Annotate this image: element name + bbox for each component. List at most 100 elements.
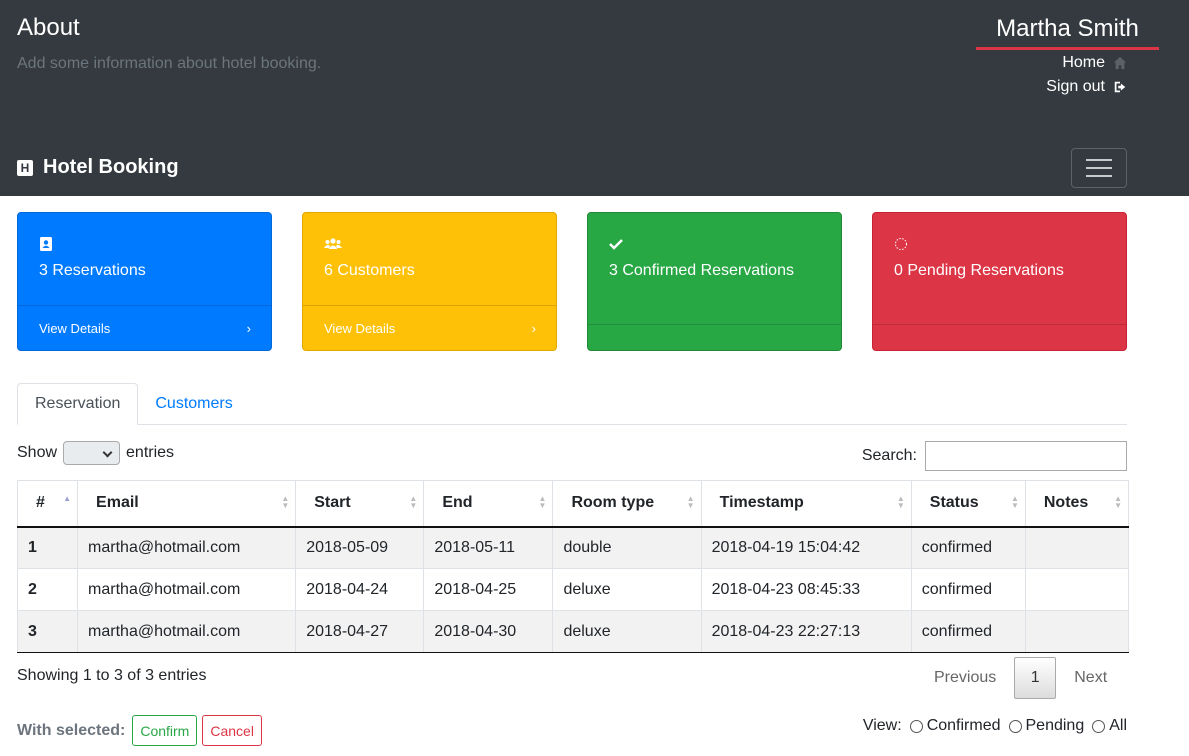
cell-email: martha@hotmail.com: [77, 610, 297, 653]
previous-page-button[interactable]: Previous: [916, 657, 1014, 699]
view-details-label: View Details: [324, 320, 396, 336]
column-header[interactable]: Room type ▲ ▼: [552, 480, 702, 528]
home-link[interactable]: Home: [1062, 54, 1127, 72]
radio-all[interactable]: [1092, 719, 1106, 733]
cell-start: 2018-05-09: [295, 526, 425, 569]
reservations-table: # ▲ Email ▲ ▼ Start ▲ ▼ End ▲ ▼ Room type ▲ ▼ Tim…: [16, 480, 1130, 653]
home-icon: [1113, 56, 1127, 70]
sort-icon: ▲ ▼: [1114, 494, 1122, 510]
cell-status: confirmed: [910, 526, 1026, 569]
page-1-button[interactable]: 1: [1014, 657, 1057, 699]
column-header[interactable]: Status ▲ ▼: [910, 480, 1026, 528]
card-label: 6 Customers: [324, 262, 415, 279]
view-details-link[interactable]: View Details ›: [303, 305, 556, 350]
brand[interactable]: H Hotel Booking: [17, 156, 179, 179]
column-label: #: [36, 494, 45, 512]
table-row[interactable]: 2 martha@hotmail.com 2018-04-24 2018-04-…: [16, 568, 1130, 611]
search-input[interactable]: [925, 441, 1127, 471]
table-info: Showing 1 to 3 of 3 entries: [17, 667, 207, 684]
column-label: Status: [929, 494, 979, 512]
hamburger-line: [1086, 159, 1112, 161]
spinner-icon: [895, 238, 907, 250]
column-label: Notes: [1043, 494, 1089, 512]
cell-status: confirmed: [910, 568, 1026, 611]
confirm-button[interactable]: Confirm: [132, 715, 198, 746]
reservations-card: 3 Reservations View Details ›: [17, 212, 272, 351]
sign-out-icon: [1114, 81, 1126, 93]
hamburger-line: [1086, 175, 1112, 177]
cell-start: 2018-04-24: [295, 568, 425, 611]
card-footer: [873, 324, 1126, 350]
column-label: Timestamp: [719, 494, 804, 512]
sort-asc-icon: ▲: [63, 494, 72, 503]
column-header[interactable]: Start ▲ ▼: [295, 480, 425, 528]
about-title: About: [17, 14, 80, 41]
tab-reservation[interactable]: Reservation: [17, 383, 139, 425]
sort-icon: ▲ ▼: [896, 494, 905, 510]
card-label: 3 Confirmed Reservations: [609, 262, 794, 279]
cell-start: 2018-04-27: [295, 610, 425, 653]
cell-room-type: double: [552, 526, 702, 569]
column-label: End: [442, 494, 473, 512]
table-row[interactable]: 1 martha@hotmail.com 2018-05-09 2018-05-…: [16, 526, 1130, 569]
cell-room-type: deluxe: [552, 568, 702, 611]
sort-icon: ▲ ▼: [1010, 494, 1019, 510]
with-selected-label: With selected:: [17, 721, 126, 739]
address-book-icon: [40, 237, 52, 251]
radio-confirmed[interactable]: [909, 719, 923, 733]
top-header: About Add some information about hotel b…: [0, 0, 1189, 196]
search-row: Search:: [862, 441, 1127, 471]
cell-end: 2018-04-30: [423, 610, 554, 653]
hotel-icon: H: [17, 159, 33, 176]
user-name[interactable]: Martha Smith: [976, 14, 1159, 50]
column-label: Room type: [571, 494, 655, 512]
table-header-row: # ▲ Email ▲ ▼ Start ▲ ▼ End ▲ ▼ Room type ▲ ▼ Tim…: [16, 480, 1130, 528]
users-icon: [324, 238, 342, 249]
radio-all-label: All: [1109, 717, 1127, 734]
cell-timestamp: 2018-04-23 08:45:33: [700, 568, 912, 611]
column-header[interactable]: Notes ▲ ▼: [1024, 480, 1130, 528]
card-label: 0 Pending Reservations: [894, 262, 1064, 279]
view-filter: View: Confirmed Pending All: [863, 717, 1127, 735]
sort-icon: ▲ ▼: [686, 494, 695, 510]
show-entries: Show entries: [17, 441, 174, 465]
check-icon: [609, 239, 623, 250]
view-label: View:: [862, 717, 902, 734]
confirmed-card: 3 Confirmed Reservations: [587, 212, 842, 351]
signout-label: Sign out: [1046, 78, 1105, 95]
cancel-button[interactable]: Cancel: [202, 715, 262, 746]
cell-status: confirmed: [910, 610, 1026, 653]
radio-pending[interactable]: [1008, 719, 1022, 733]
cell-email: martha@hotmail.com: [77, 568, 297, 611]
next-page-button[interactable]: Next: [1056, 657, 1125, 699]
tab-bar: Reservation Customers: [17, 383, 1127, 425]
column-header[interactable]: Timestamp ▲ ▼: [700, 480, 912, 528]
hamburger-line: [1086, 167, 1112, 169]
search-label: Search:: [861, 447, 917, 464]
navbar-toggle-button[interactable]: [1071, 148, 1127, 188]
pagination: Previous 1 Next: [916, 657, 1125, 699]
sort-icon: ▲ ▼: [409, 494, 418, 510]
column-header[interactable]: Email ▲ ▼: [77, 480, 297, 528]
cell-notes: [1024, 610, 1130, 653]
sort-icon: ▲ ▼: [281, 494, 290, 510]
view-details-link[interactable]: View Details ›: [18, 305, 271, 350]
bulk-actions: With selected: Confirm Cancel: [17, 715, 262, 746]
customers-card: 6 Customers View Details ›: [302, 212, 557, 351]
cell-timestamp: 2018-04-19 15:04:42: [700, 526, 912, 569]
entries-select[interactable]: [63, 441, 121, 465]
card-label: 3 Reservations: [39, 262, 146, 279]
pending-card: 0 Pending Reservations: [872, 212, 1127, 351]
about-subtitle: Add some information about hotel booking…: [17, 55, 322, 72]
entries-label: entries: [126, 444, 175, 461]
cell-room-type: deluxe: [552, 610, 702, 653]
radio-pending-label: Pending: [1025, 717, 1085, 734]
signout-link[interactable]: Sign out: [1046, 78, 1127, 96]
column-header[interactable]: End ▲ ▼: [423, 480, 554, 528]
cell-notes: [1024, 526, 1130, 569]
column-header[interactable]: # ▲: [16, 480, 79, 528]
show-label: Show: [17, 444, 58, 461]
radio-confirmed-label: Confirmed: [926, 717, 1001, 734]
table-row[interactable]: 3 martha@hotmail.com 2018-04-27 2018-04-…: [16, 610, 1130, 653]
tab-customers[interactable]: Customers: [138, 383, 249, 425]
